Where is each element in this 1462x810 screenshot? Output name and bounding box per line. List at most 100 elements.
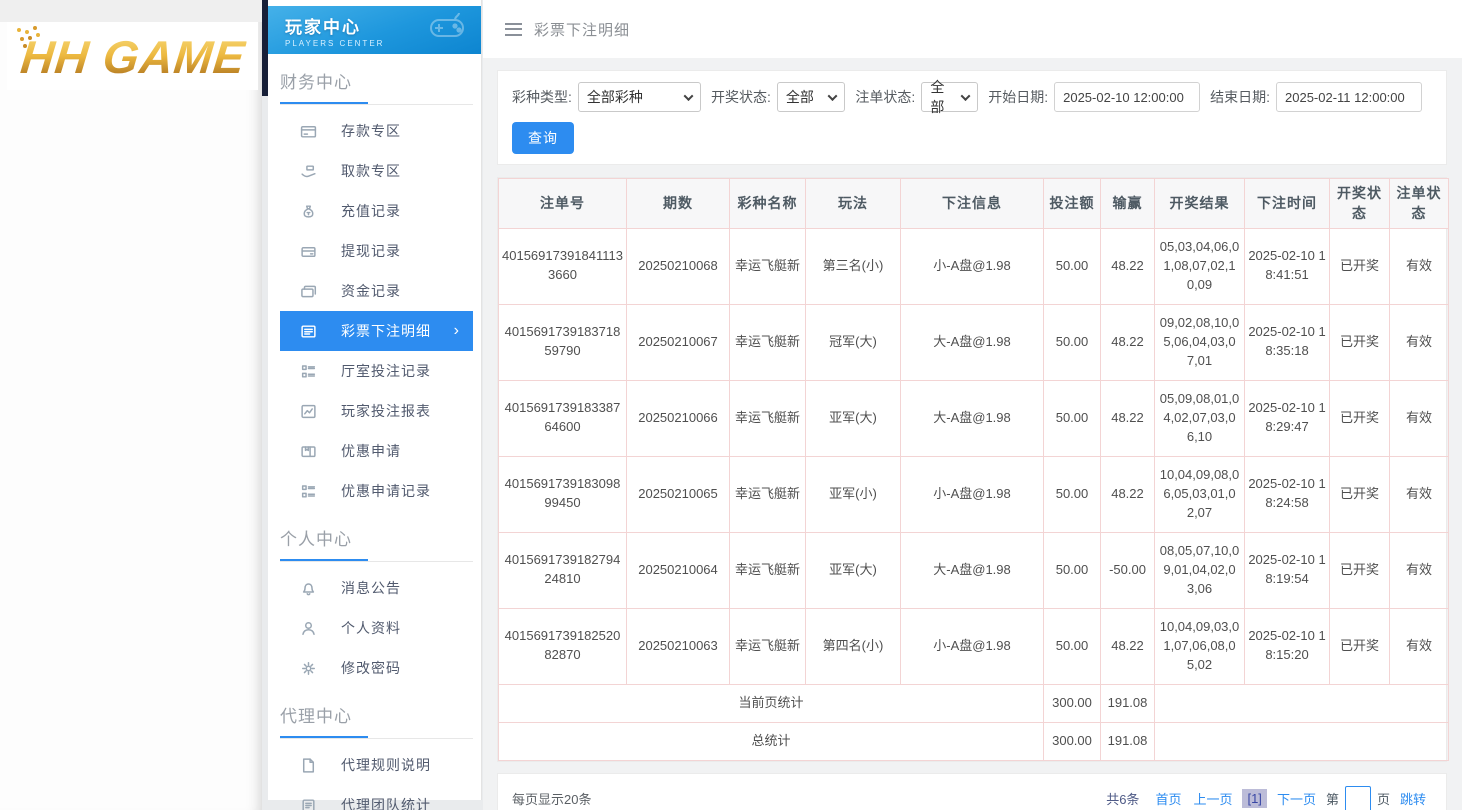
- jump-page-input[interactable]: [1345, 786, 1371, 810]
- table-cell: 48.22: [1101, 608, 1155, 684]
- table-cell: 2025-02-10 18:41:51: [1245, 228, 1330, 304]
- sidebar-item-label: 修改密码: [341, 658, 401, 678]
- sidebar-menu: 财务中心 存款专区 取款专区 充值记录 提现记: [268, 54, 481, 810]
- total-summary-winloss: 191.08: [1101, 722, 1155, 760]
- start-date-label: 开始日期:: [988, 87, 1048, 107]
- sidebar-item[interactable]: 代理规则说明: [280, 745, 473, 785]
- bet-row: 40156917391830989945020250210065幸运飞艇新亚军(…: [499, 456, 1449, 532]
- sidebar-item[interactable]: 修改密码: [280, 648, 473, 688]
- column-header: 下注信息: [901, 179, 1044, 229]
- sidebar-section-items: 消息公告 个人资料 修改密码: [268, 568, 481, 688]
- table-cell: 401569173918411133660: [499, 228, 627, 304]
- prev-page-link[interactable]: 上一页: [1193, 789, 1232, 808]
- next-page-link[interactable]: 下一页: [1277, 789, 1316, 808]
- table-cell: 2025-02-10 18:15:20: [1245, 608, 1330, 684]
- table-cell: 20250210068: [627, 228, 730, 304]
- table-cell: 亚军(大): [806, 380, 901, 456]
- sidebar-item[interactable]: 提现记录: [280, 231, 473, 271]
- query-button[interactable]: 查询: [512, 122, 574, 154]
- table-cell: 小-A盘@1.98: [901, 608, 1044, 684]
- sidebar-item[interactable]: 消息公告: [280, 568, 473, 608]
- bet-status-select[interactable]: 全部: [921, 82, 978, 112]
- table-cell: 幸运飞艇新: [730, 532, 806, 608]
- coupon-icon: [300, 443, 317, 460]
- column-header: 开奖状态: [1330, 179, 1390, 229]
- bet-row: 40156917391841113366020250210068幸运飞艇新第三名…: [499, 228, 1449, 304]
- table-cell: 2025-02-10 18:24:58: [1245, 456, 1330, 532]
- sidebar-item-label: 资金记录: [341, 281, 401, 301]
- funds-record-icon: [300, 283, 317, 300]
- first-page-link[interactable]: 首页: [1155, 789, 1181, 808]
- lottery-type-select[interactable]: 全部彩种: [578, 82, 701, 112]
- table-cell: 401569173918279424810: [499, 532, 627, 608]
- table-cell: 第四名(小): [806, 608, 901, 684]
- table-cell: 20250210063: [627, 608, 730, 684]
- withdraw-record-icon: [300, 243, 317, 260]
- sidebar-section-label: 财务中心: [268, 54, 481, 93]
- sidebar-item-label: 优惠申请记录: [341, 481, 431, 501]
- left-pane: HH GAME: [0, 0, 262, 810]
- table-cell: 50.00: [1044, 380, 1101, 456]
- pager-controls: 共6条 首页 上一页 [1] 下一页 第 页 跳转: [1106, 786, 1432, 810]
- table-cell: 09,02,08,10,05,06,04,03,07,01: [1155, 304, 1245, 380]
- sidebar-item[interactable]: 取款专区: [280, 151, 473, 191]
- sidebar-item[interactable]: 个人资料: [280, 608, 473, 648]
- sidebar-item-label: 厅室投注记录: [341, 361, 431, 381]
- menu-toggle-icon[interactable]: [505, 23, 522, 36]
- recharge-moneybag-icon: [300, 203, 317, 220]
- logo-text: HH GAME: [18, 30, 248, 84]
- caret-down-icon: [684, 91, 694, 101]
- sidebar-item[interactable]: 资金记录: [280, 271, 473, 311]
- table-cell: 50.00: [1044, 304, 1101, 380]
- filter-panel: 彩种类型: 全部彩种 开奖状态: 全部 注单状态: 全部: [497, 70, 1447, 165]
- table-cell: 48.22: [1101, 380, 1155, 456]
- jump-page-prefix: 第: [1326, 789, 1339, 808]
- table-cell: 50.00: [1044, 456, 1101, 532]
- column-header: 注单状态: [1390, 179, 1449, 229]
- column-header: 彩种名称: [730, 179, 806, 229]
- sidebar-item[interactable]: 优惠申请: [280, 431, 473, 471]
- table-cell: 亚军(大): [806, 532, 901, 608]
- table-cell: 小-A盘@1.98: [901, 228, 1044, 304]
- table-cell: 已开奖: [1330, 532, 1390, 608]
- withdraw-hand-icon: [300, 163, 317, 180]
- draw-status-select[interactable]: 全部: [777, 82, 846, 112]
- coupon-record-icon: [300, 483, 317, 500]
- sidebar-item[interactable]: 优惠申请记录: [280, 471, 473, 511]
- table-cell: 48.22: [1101, 456, 1155, 532]
- column-header: 输赢: [1101, 179, 1155, 229]
- caret-down-icon: [828, 91, 838, 101]
- sidebar-item[interactable]: 彩票下注明细 ›: [280, 311, 473, 351]
- header-row: 注单号期数彩种名称玩法下注信息投注额输赢开奖结果下注时间开奖状态注单状态: [499, 179, 1449, 229]
- table-cell: 有效: [1390, 380, 1449, 456]
- sidebar-item-label: 存款专区: [341, 121, 401, 141]
- page-size-text: 每页显示20条: [512, 789, 591, 808]
- table-cell: 有效: [1390, 228, 1449, 304]
- current-page-indicator[interactable]: [1]: [1242, 789, 1266, 808]
- page-summary-winloss: 191.08: [1101, 684, 1155, 722]
- end-date-input[interactable]: [1276, 82, 1422, 112]
- sidebar-item-label: 代理团队统计: [341, 795, 431, 810]
- sidebar-item-label: 提现记录: [341, 241, 401, 261]
- table-cell: 20250210066: [627, 380, 730, 456]
- jump-button[interactable]: 跳转: [1400, 789, 1426, 808]
- table-cell: 已开奖: [1330, 608, 1390, 684]
- sidebar-item-label: 个人资料: [341, 618, 401, 638]
- start-date-input[interactable]: [1054, 82, 1200, 112]
- sidebar-item[interactable]: 存款专区: [280, 111, 473, 151]
- left-topband: [0, 0, 262, 22]
- table-cell: 已开奖: [1330, 228, 1390, 304]
- sidebar-item-label: 取款专区: [341, 161, 401, 181]
- table-cell: 大-A盘@1.98: [901, 532, 1044, 608]
- sidebar-item[interactable]: 玩家投注报表: [280, 391, 473, 431]
- sidebar-item[interactable]: 厅室投注记录: [280, 351, 473, 391]
- table-cell: 有效: [1390, 304, 1449, 380]
- column-header: 投注额: [1044, 179, 1101, 229]
- table-cell: 50.00: [1044, 228, 1101, 304]
- sidebar-section-items: 存款专区 取款专区 充值记录 提现记录: [268, 111, 481, 511]
- sidebar-item[interactable]: 代理团队统计: [280, 785, 473, 810]
- page-summary-label: 当前页统计: [499, 684, 1044, 722]
- total-count-text: 共6条: [1106, 789, 1139, 808]
- table-cell: 第三名(小): [806, 228, 901, 304]
- sidebar-item[interactable]: 充值记录: [280, 191, 473, 231]
